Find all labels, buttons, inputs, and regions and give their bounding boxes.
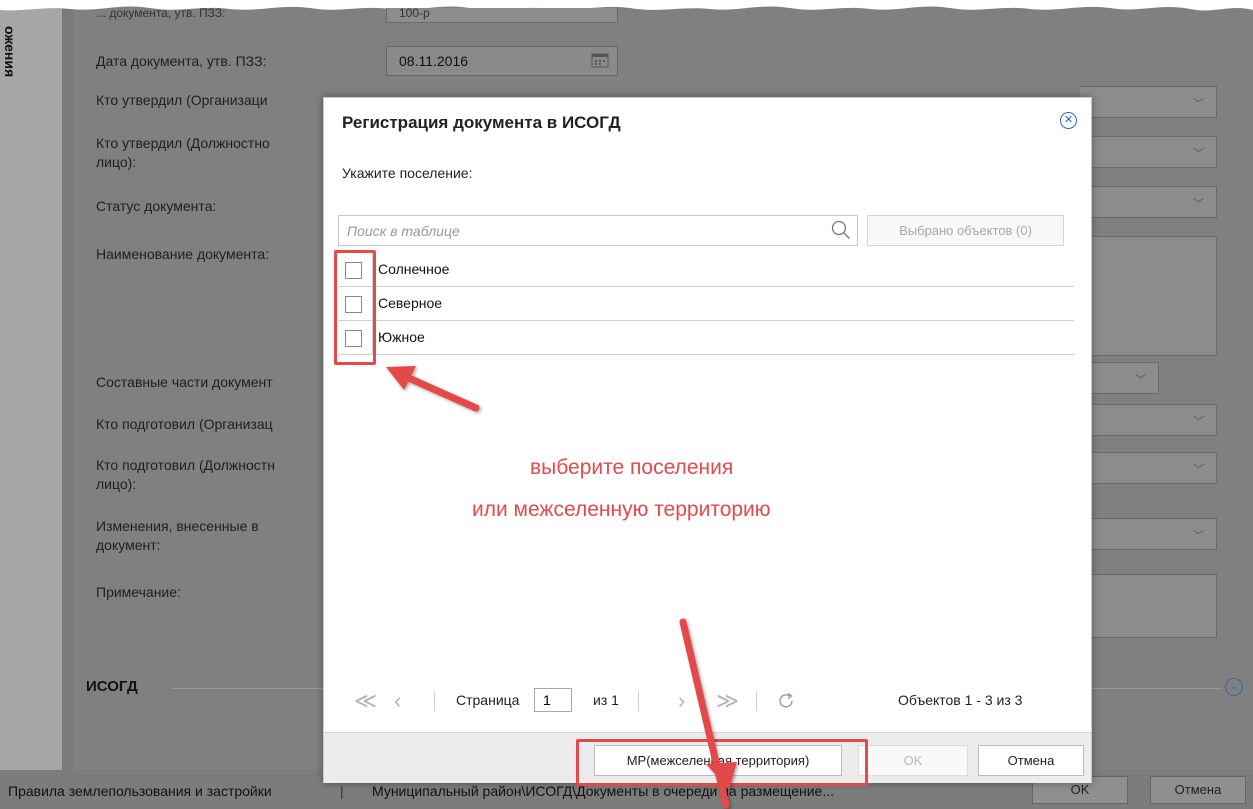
dialog-ok-button[interactable]: OK	[858, 745, 968, 776]
settlement-name: Солнечное	[378, 261, 450, 277]
page-label: Страница	[456, 692, 520, 708]
table-search[interactable]	[338, 215, 858, 246]
doc-status-select[interactable]: ﹀	[1080, 186, 1217, 218]
doc-changes-select[interactable]: ﹀	[1080, 518, 1217, 550]
pager-divider	[638, 691, 639, 711]
status-doc-type: Правила землепользования и застройки	[8, 783, 272, 799]
label-doc-status: Статус документа:	[96, 198, 217, 214]
annotation-line-1: выберите поселения	[530, 456, 734, 479]
label-prepared-org: Кто подготовил (Организац	[96, 416, 273, 432]
settlement-name: Южное	[378, 329, 425, 345]
table-row[interactable]: Южное	[338, 321, 1074, 355]
pager-divider	[756, 691, 757, 711]
label-prepared-person-2: лицо):	[96, 476, 137, 492]
section-title-isogd: ИСОГД	[86, 678, 138, 695]
annotation-line-2: или межселенную территорию	[472, 498, 771, 521]
section-expand-icon[interactable]: ⌄	[1225, 678, 1243, 696]
page-number-input[interactable]	[534, 688, 572, 712]
approved-person-select[interactable]: ﹀	[1080, 136, 1217, 168]
chevron-down-icon: ﹀	[1193, 198, 1204, 210]
doc-date-field[interactable]: 08.11.2016	[386, 46, 618, 76]
label-note: Примечание:	[96, 584, 181, 600]
label-approved-person-2: лицо):	[96, 154, 137, 170]
dialog-title: Регистрация документа в ИСОГД	[342, 113, 621, 132]
selected-objects-button[interactable]: Выбрано объектов (0)	[867, 215, 1064, 246]
next-page-icon[interactable]: ›	[678, 688, 685, 714]
label-doc-name: Наименование документа:	[96, 246, 270, 262]
top-field-partial[interactable]: 100-р	[386, 6, 618, 23]
prev-page-icon[interactable]: ‹	[394, 688, 401, 714]
checkbox-highlight-box	[334, 250, 376, 365]
label-doc-parts: Составные части документ	[96, 374, 273, 390]
label-approved-org: Кто утвердил (Организаци	[96, 92, 268, 108]
chevron-down-icon: ﹀	[1193, 464, 1204, 476]
dialog-cancel-button[interactable]: Отмена	[978, 745, 1084, 776]
approved-org-select[interactable]: ﹀	[1080, 86, 1217, 118]
last-page-icon[interactable]: ≫	[716, 688, 739, 714]
settlement-name: Северное	[378, 295, 443, 311]
search-icon[interactable]	[831, 220, 851, 240]
top-label-partial: ... документа, утв. ПЗЗ:	[96, 6, 226, 20]
pagination: ≪ ‹ Страница из 1 › ≫ Объектов 1 - 3 из …	[338, 686, 1078, 716]
chevron-down-icon: ﹀	[1193, 416, 1204, 428]
page-of-label: из 1	[593, 692, 619, 708]
prepared-org-select[interactable]: ﹀	[1080, 404, 1217, 436]
top-field-value: 100-р	[399, 6, 430, 20]
pager-divider	[434, 691, 435, 711]
label-doc-date: Дата документа, утв. ПЗЗ:	[96, 53, 267, 69]
first-page-icon[interactable]: ≪	[354, 688, 377, 714]
close-icon[interactable]: ✕	[1060, 112, 1077, 129]
objects-summary: Объектов 1 - 3 из 3	[898, 692, 1023, 708]
isogd-registration-dialog: Регистрация документа в ИСОГД ✕ Укажите …	[323, 97, 1092, 786]
screen: ожения ... документа, утв. ПЗЗ: 100-р Да…	[0, 0, 1253, 809]
chevron-down-icon: ﹀	[1193, 98, 1204, 110]
chevron-down-icon: ﹀	[1135, 374, 1146, 386]
side-tab-label: ожения	[2, 26, 18, 78]
calendar-icon[interactable]	[591, 52, 609, 68]
note-textarea[interactable]	[1080, 574, 1217, 638]
refresh-icon[interactable]	[776, 691, 796, 711]
side-tab[interactable]: ожения	[0, 0, 62, 770]
mr-button-highlight-box	[576, 739, 868, 786]
doc-name-textarea[interactable]	[1080, 236, 1217, 356]
label-prepared-person: Кто подготовил (Должностн	[96, 457, 275, 473]
dialog-prompt: Укажите поселение:	[342, 165, 473, 181]
label-doc-changes-2: документ:	[96, 537, 161, 553]
status-separator: |	[340, 783, 344, 799]
chevron-down-icon: ﹀	[1193, 530, 1204, 542]
search-input[interactable]	[345, 220, 819, 242]
chevron-down-icon: ﹀	[1193, 148, 1204, 160]
status-cancel-button[interactable]: Отмена	[1150, 776, 1246, 804]
label-approved-person: Кто утвердил (Должностно	[96, 135, 270, 151]
prepared-person-select[interactable]: ﹀	[1080, 452, 1217, 484]
table-row[interactable]: Северное	[338, 287, 1074, 321]
table-row[interactable]: Солнечное	[338, 253, 1074, 287]
label-doc-changes: Изменения, внесенные в	[96, 518, 259, 534]
doc-date-value: 08.11.2016	[399, 53, 469, 69]
